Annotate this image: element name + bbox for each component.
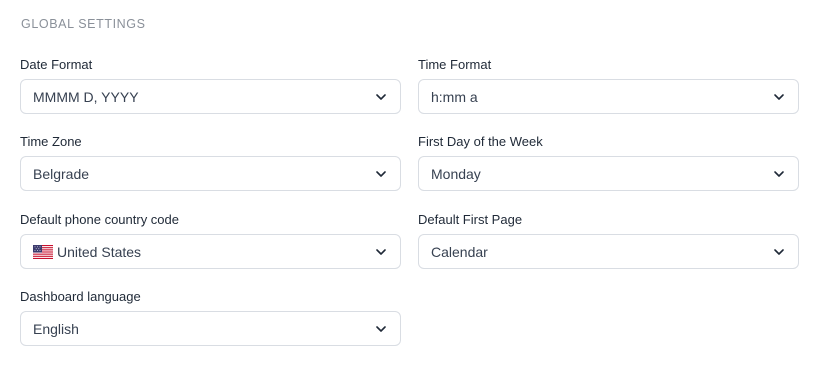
date-format-value: MMMM D, YYYY [33,88,139,105]
language-label: Dashboard language [20,289,141,304]
time-zone-field: Time Zone Belgrade [20,133,401,191]
time-zone-label: Time Zone [20,134,82,149]
first-day-select[interactable]: Monday [418,156,799,191]
time-format-label: Time Format [418,57,492,72]
date-format-select[interactable]: MMMM D, YYYY [20,79,401,114]
language-field: Dashboard language English [20,288,401,346]
first-page-select[interactable]: Calendar [418,234,799,269]
chevron-down-icon [773,246,785,258]
phone-code-select[interactable]: United States [20,234,401,269]
date-format-label: Date Format [20,57,93,72]
section-title: GLOBAL SETTINGS [21,17,146,31]
first-day-value: Monday [431,165,481,182]
first-page-value: Calendar [431,243,488,260]
time-format-value: h:mm a [431,88,478,105]
first-page-label: Default First Page [418,212,523,227]
first-day-field: First Day of the Week Monday [418,133,799,191]
first-day-label: First Day of the Week [418,134,543,149]
phone-code-value: United States [57,243,142,260]
global-settings-panel: GLOBAL SETTINGS Date Format MMMM D, YYYY… [0,0,828,371]
language-select[interactable]: English [20,311,401,346]
phone-code-field: Default phone country code United States [20,211,401,269]
first-page-field: Default First Page Calendar [418,211,799,269]
language-value: English [33,320,79,337]
date-format-field: Date Format MMMM D, YYYY [20,56,401,114]
chevron-down-icon [375,246,387,258]
time-format-field: Time Format h:mm a [418,56,799,114]
time-format-select[interactable]: h:mm a [418,79,799,114]
chevron-down-icon [773,91,785,103]
chevron-down-icon [375,91,387,103]
phone-code-value-wrap: United States [33,244,375,260]
chevron-down-icon [375,323,387,335]
us-flag-icon [33,244,53,259]
phone-code-label: Default phone country code [20,212,179,227]
chevron-down-icon [773,168,785,180]
time-zone-value: Belgrade [33,165,90,182]
chevron-down-icon [375,168,387,180]
time-zone-select[interactable]: Belgrade [20,156,401,191]
